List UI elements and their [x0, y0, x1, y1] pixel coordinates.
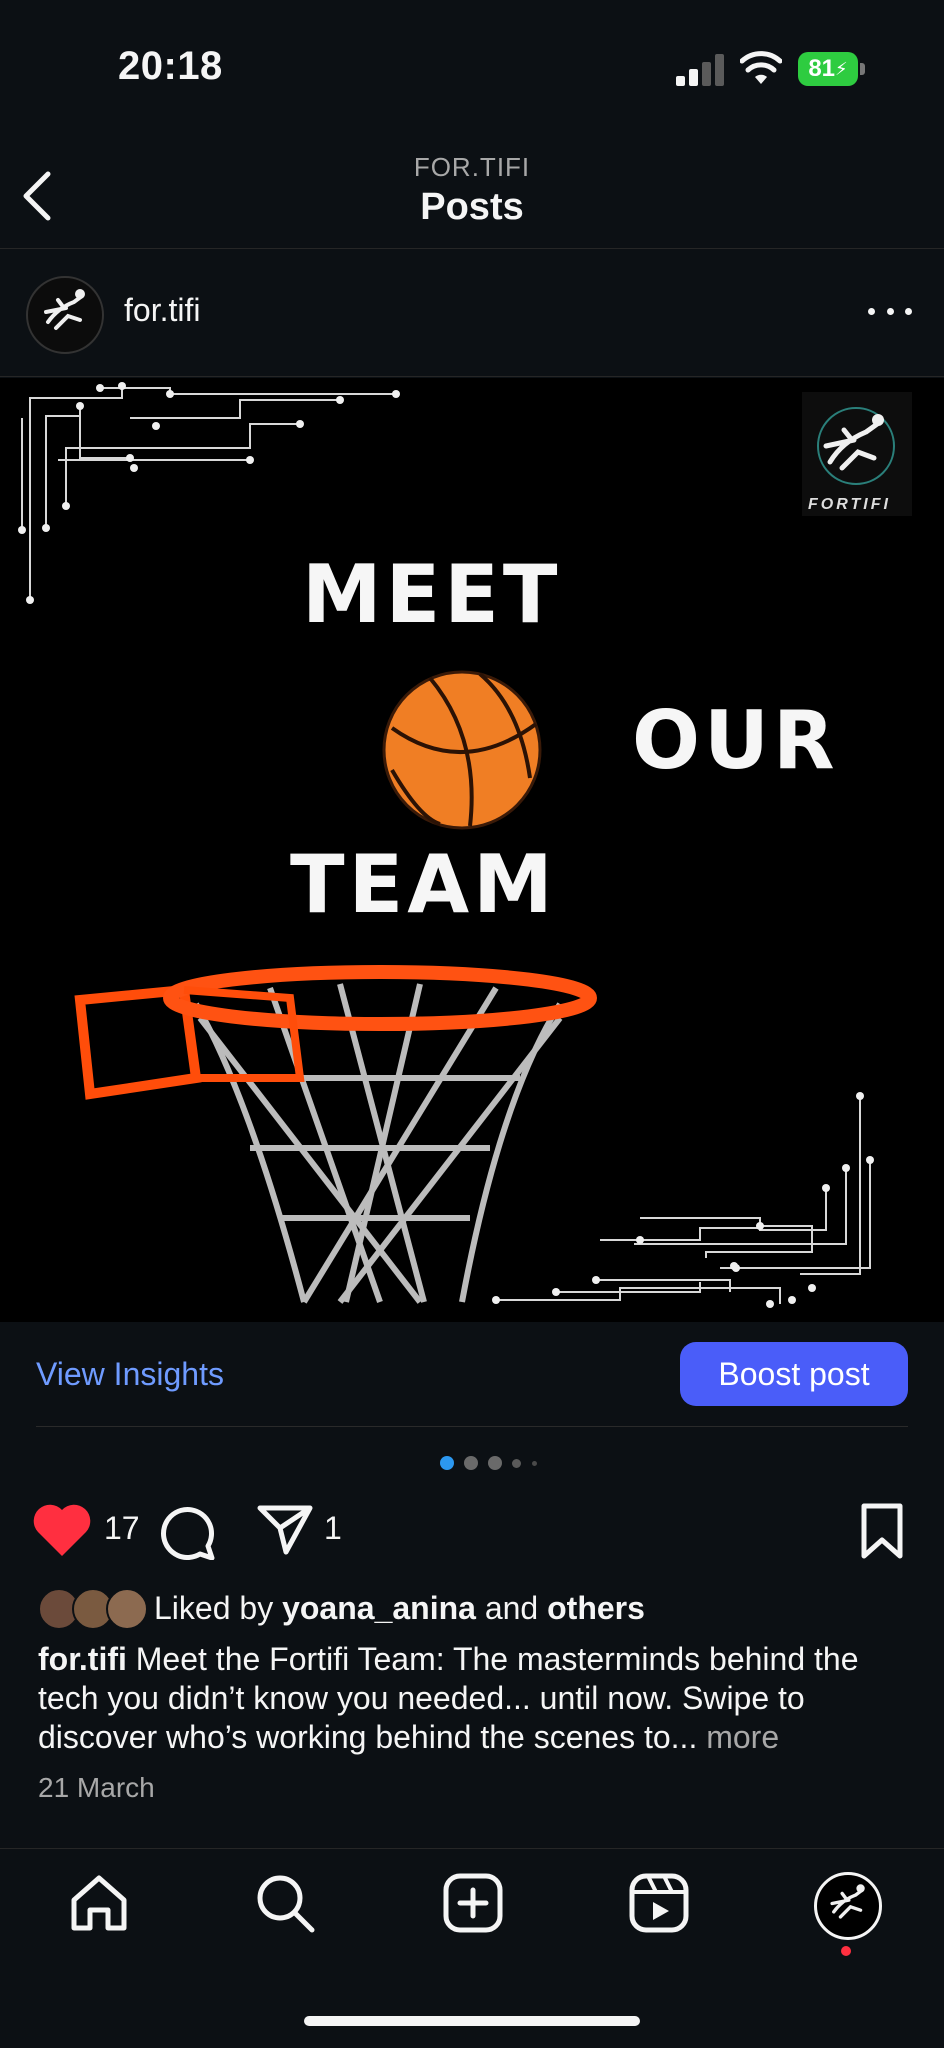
post-username[interactable]: for.tifi: [124, 292, 200, 329]
liked-by-text[interactable]: Liked by yoana_anina and others: [154, 1590, 645, 1627]
post-date: 21 March: [38, 1772, 155, 1803]
carousel-dot: [512, 1459, 521, 1468]
status-time: 20:18: [118, 44, 223, 88]
dot-icon: [905, 307, 912, 315]
dot-icon: [868, 307, 875, 315]
comment-bubble-icon[interactable]: [158, 1502, 216, 1560]
runner-logo-icon: [830, 1884, 865, 1919]
share-count[interactable]: 1: [324, 1510, 342, 1547]
post-caption: for.tifi Meet the Fortifi Team: The mast…: [38, 1640, 918, 1757]
carousel-indicator: [440, 1456, 550, 1470]
reels-icon[interactable]: [626, 1870, 692, 1936]
wifi-icon: [740, 51, 782, 84]
post-author-avatar[interactable]: [26, 276, 104, 354]
image-headline-team: TEAM: [290, 838, 557, 931]
dot-icon: [886, 307, 894, 315]
heart-icon[interactable]: [32, 1502, 92, 1558]
profile-tab-avatar[interactable]: [814, 1872, 882, 1940]
boost-post-button[interactable]: Boost post: [680, 1342, 908, 1406]
notification-dot: [841, 1946, 851, 1956]
carousel-dot: [464, 1456, 478, 1470]
bookmark-icon[interactable]: [858, 1502, 906, 1560]
insights-divider: [36, 1426, 908, 1427]
liked-by-prefix: Liked by: [154, 1590, 274, 1626]
header-account-name: FOR.TIFI: [413, 152, 531, 182]
circuit-lines-bottom-right: [496, 1096, 871, 1304]
circuit-nodes-bottom-right: [492, 1092, 874, 1308]
liker-avatar[interactable]: [106, 1588, 148, 1630]
like-count[interactable]: 17: [104, 1510, 140, 1547]
battery-indicator: 81 ⚡: [798, 52, 866, 86]
image-headline-meet: MEET: [302, 548, 562, 641]
liked-by-others[interactable]: others: [547, 1590, 645, 1626]
page-title: Posts: [420, 186, 524, 228]
battery-level: 81: [808, 55, 836, 82]
liked-by-user[interactable]: yoana_anina: [282, 1590, 476, 1626]
carousel-dot: [488, 1456, 502, 1470]
paper-plane-icon[interactable]: [256, 1502, 314, 1556]
basketball-hoop-graphic: [74, 965, 597, 1304]
search-icon[interactable]: [252, 1870, 318, 1936]
cellular-signal-icon: [676, 54, 724, 86]
home-indicator[interactable]: [304, 2016, 640, 2026]
caption-username[interactable]: for.tifi: [38, 1641, 127, 1677]
post-image[interactable]: FORTIFI MEET OUR TEAM: [0, 378, 944, 1322]
image-headline-our: OUR: [632, 694, 839, 787]
create-post-icon[interactable]: [440, 1870, 506, 1936]
caption-more-link[interactable]: more: [706, 1719, 779, 1755]
image-logo-text: FORTIFI: [808, 496, 891, 513]
liked-by-and: and: [484, 1590, 539, 1626]
more-options-button[interactable]: [868, 296, 912, 326]
view-insights-link[interactable]: View Insights: [36, 1356, 224, 1393]
header-divider: [0, 248, 944, 249]
carousel-dot: [532, 1461, 537, 1466]
carousel-dot-active: [440, 1456, 454, 1470]
post-header-divider: [0, 376, 944, 377]
home-icon[interactable]: [66, 1870, 132, 1936]
tab-bar-divider: [0, 1848, 944, 1849]
runner-logo-icon: [44, 289, 85, 330]
basketball-graphic: [382, 670, 542, 830]
